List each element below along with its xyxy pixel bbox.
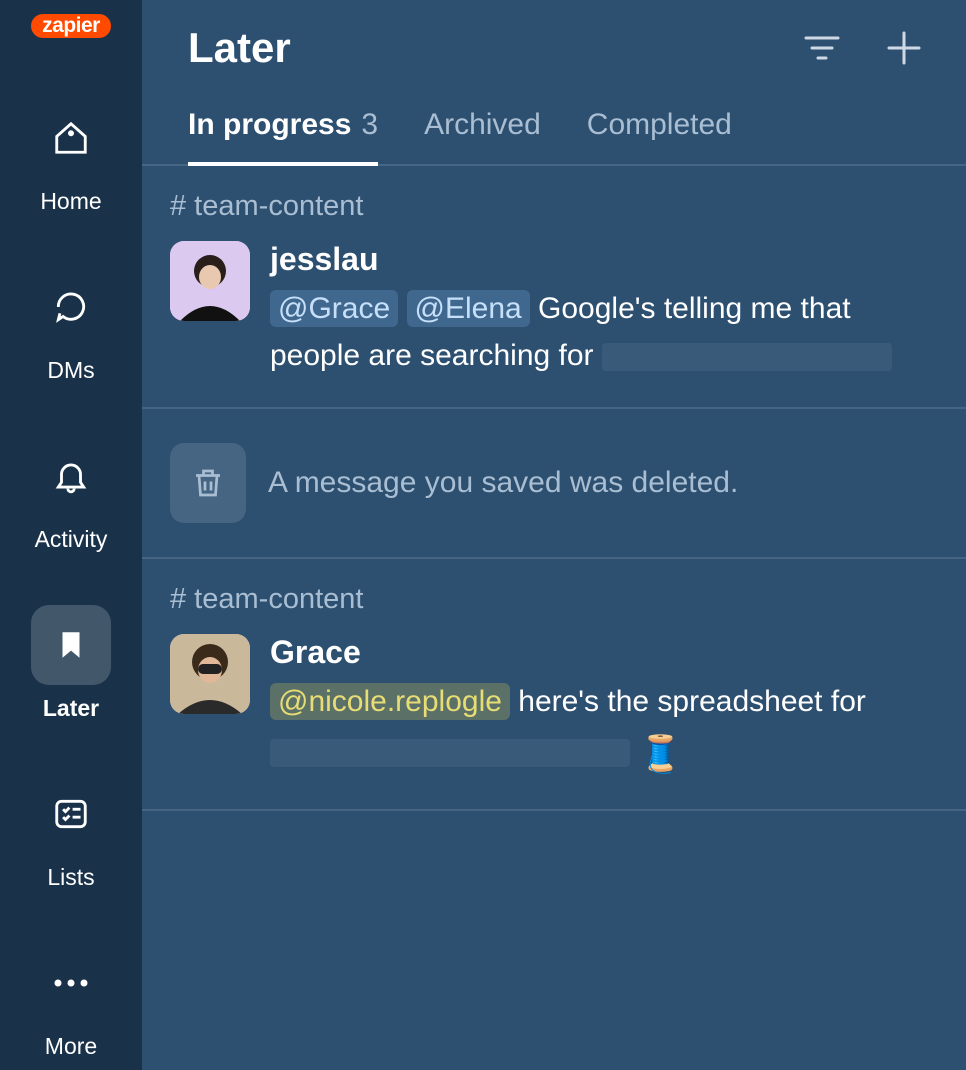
tab-count: 3 <box>361 108 378 142</box>
nav-lists[interactable]: Lists <box>31 774 111 891</box>
nav-label: More <box>45 1033 97 1060</box>
tab-label: Archived <box>424 108 541 142</box>
nav-label: DMs <box>47 357 94 384</box>
deleted-message-text: A message you saved was deleted. <box>268 466 738 500</box>
tabs: In progress 3 Archived Completed <box>142 80 966 166</box>
mention-self[interactable]: @nicole.replogle <box>270 683 510 720</box>
nav-label: Lists <box>47 864 94 891</box>
nav-home[interactable]: Home <box>31 98 111 215</box>
tab-in-progress[interactable]: In progress 3 <box>188 108 378 166</box>
avatar <box>170 634 250 714</box>
message-author: Grace <box>270 634 938 671</box>
trash-icon-box <box>170 443 246 523</box>
message-author: jesslau <box>270 241 938 278</box>
dms-icon <box>52 288 90 326</box>
tab-completed[interactable]: Completed <box>587 108 732 164</box>
add-button[interactable] <box>882 26 926 70</box>
mention[interactable]: @Grace <box>270 290 398 327</box>
nav-later[interactable]: Later <box>31 605 111 722</box>
tab-archived[interactable]: Archived <box>424 108 541 164</box>
channel-name: # team-content <box>170 583 938 616</box>
plus-icon <box>887 31 921 65</box>
later-list: # team-content jesslau @Grace @Elena Goo… <box>142 166 966 1070</box>
tab-label: Completed <box>587 108 732 142</box>
redacted-text <box>270 739 630 767</box>
later-item[interactable]: # team-content jesslau @Grace @Elena Goo… <box>142 166 966 409</box>
message-text: @Grace @Elena Google's telling me that p… <box>270 286 938 379</box>
trash-icon <box>190 463 226 503</box>
nav-label: Activity <box>35 526 108 553</box>
home-icon <box>52 119 90 157</box>
workspace-badge[interactable]: zapier <box>31 14 111 38</box>
header: Later <box>142 0 966 80</box>
nav-more[interactable]: More <box>31 943 111 1060</box>
bell-icon <box>52 457 90 495</box>
more-icon <box>52 978 90 988</box>
nav-label: Home <box>40 188 101 215</box>
later-item-deleted[interactable]: A message you saved was deleted. <box>142 409 966 559</box>
bookmark-icon <box>54 626 88 664</box>
later-item[interactable]: # team-content Grace @nicole.replogle he… <box>142 559 966 811</box>
main-panel: Later In progress 3 Archived Completed <box>142 0 966 1070</box>
tab-label: In progress <box>188 108 351 142</box>
nav-label: Later <box>43 695 99 722</box>
message-text: @nicole.replogle here's the spreadsheet … <box>270 679 938 781</box>
redacted-text <box>602 343 892 371</box>
nav-dms[interactable]: DMs <box>31 267 111 384</box>
left-sidebar: zapier Home DMs Activity La <box>0 0 142 1070</box>
channel-name: # team-content <box>170 190 938 223</box>
filter-icon <box>804 34 840 62</box>
lists-icon <box>52 795 90 833</box>
filter-button[interactable] <box>800 26 844 70</box>
avatar <box>170 241 250 321</box>
page-title: Later <box>188 24 291 72</box>
thread-emoji: 🧵 <box>638 726 683 782</box>
nav-activity[interactable]: Activity <box>31 436 111 553</box>
mention[interactable]: @Elena <box>407 290 530 327</box>
